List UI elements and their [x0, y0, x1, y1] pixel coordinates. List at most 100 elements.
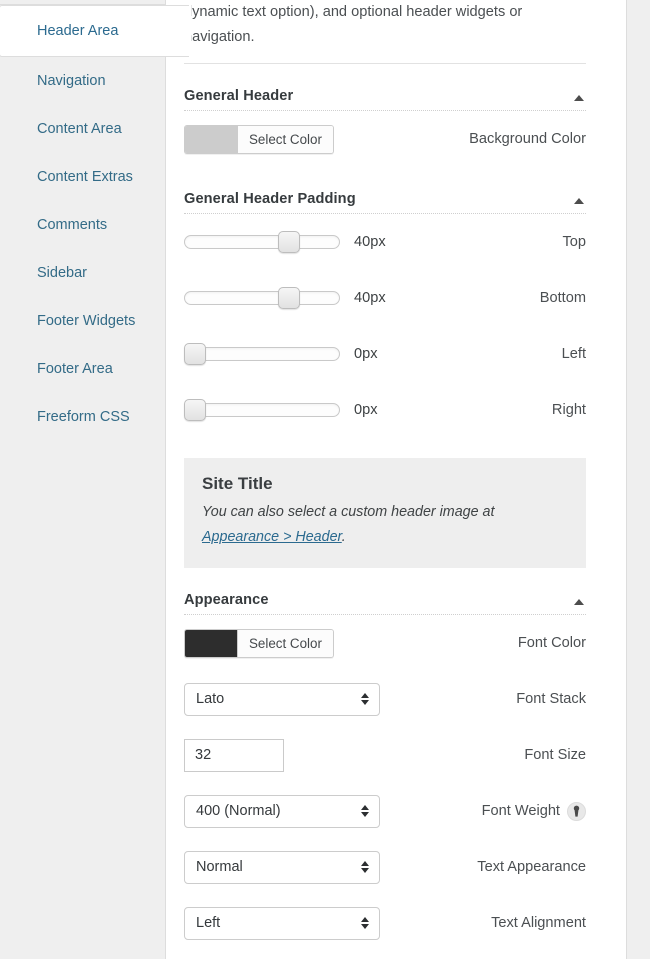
sidebar-item-content-area[interactable]: Content Area [0, 105, 165, 153]
sidebar-item-footer-widgets[interactable]: Footer Widgets [0, 297, 165, 345]
section-header-appearance[interactable]: Appearance [184, 592, 586, 615]
font-size-input[interactable] [184, 739, 284, 772]
notice-text-after: . [342, 529, 346, 545]
padding-bottom-slider[interactable] [184, 290, 340, 306]
padding-left-value: 0px [340, 346, 378, 362]
padding-bottom-value: 40px [340, 290, 386, 306]
sidebar-item-label: Footer Area [37, 361, 113, 377]
section-header-general-header-padding[interactable]: General Header Padding [184, 191, 586, 214]
background-color-swatch [185, 126, 238, 153]
description-line-1: dynamic text option), and optional heade… [184, 0, 576, 25]
font-stack-control: Lato [184, 683, 380, 716]
slider-track [184, 403, 340, 417]
sidebar-item-label: Header Area [37, 23, 118, 39]
help-info-icon[interactable] [567, 802, 586, 821]
field-row-padding-right: 0px Right [184, 382, 586, 438]
field-row-background-color: Select Color Background Color [184, 111, 586, 167]
section-title: General Header [184, 88, 293, 104]
field-row-font-color: Select Color Font Color [184, 615, 586, 671]
sidebar-item-footer-area[interactable]: Footer Area [0, 345, 165, 393]
field-label-font-color: Font Color [334, 635, 586, 651]
font-weight-control: 400 (Normal) [184, 795, 380, 828]
field-row-padding-left: 0px Left [184, 326, 586, 382]
field-row-text-alignment: Left Text Alignment [184, 895, 586, 951]
sidebar-item-navigation[interactable]: Navigation [0, 57, 165, 105]
field-label-background-color: Background Color [334, 131, 586, 147]
field-label-padding-right: Right [378, 402, 586, 418]
section-description: dynamic text option), and optional heade… [184, 0, 576, 50]
field-label-text-appearance: Text Appearance [380, 859, 586, 875]
caret-up-icon[interactable] [574, 95, 584, 101]
theme-options-screen: Header Area Navigation Content Area Cont… [0, 0, 650, 959]
chevron-updown-icon[interactable] [361, 805, 369, 817]
chevron-updown-icon[interactable] [361, 861, 369, 873]
font-color-swatch [185, 630, 238, 657]
sidebar-item-header-area[interactable]: Header Area [0, 5, 190, 57]
text-alignment-value: Left [196, 915, 220, 931]
section-header-general-header[interactable]: General Header [184, 88, 586, 111]
field-label-font-weight-text: Font Weight [482, 803, 560, 819]
font-color-picker-button[interactable]: Select Color [184, 629, 334, 658]
sidebar-item-comments[interactable]: Comments [0, 201, 165, 249]
field-row-text-appearance: Normal Text Appearance [184, 839, 586, 895]
padding-right-slider[interactable] [184, 402, 340, 418]
field-label-padding-left: Left [378, 346, 586, 362]
background-color-picker-button[interactable]: Select Color [184, 125, 334, 154]
sidebar-item-label: Footer Widgets [37, 313, 135, 329]
slider-track [184, 291, 340, 305]
font-stack-value: Lato [196, 691, 224, 707]
field-label-font-stack: Font Stack [380, 691, 586, 707]
padding-right-value: 0px [340, 402, 378, 418]
site-title-notice: Site Title You can also select a custom … [184, 458, 586, 568]
sidebar-item-freeform-css[interactable]: Freeform CSS [0, 393, 165, 441]
description-line-2: navigation. [184, 25, 576, 50]
slider-thumb[interactable] [278, 231, 300, 253]
field-label-text-alignment: Text Alignment [380, 915, 586, 931]
sidebar-item-label: Freeform CSS [37, 409, 130, 425]
text-appearance-value: Normal [196, 859, 243, 875]
options-panel: dynamic text option), and optional heade… [166, 0, 626, 959]
slider-thumb[interactable] [184, 343, 206, 365]
font-color-control: Select Color [184, 629, 334, 658]
background-color-button-label: Select Color [238, 126, 333, 153]
font-stack-select[interactable]: Lato [184, 683, 380, 716]
text-appearance-control: Normal [184, 851, 380, 884]
sidebar-item-label: Navigation [37, 73, 106, 89]
caret-up-icon[interactable] [574, 599, 584, 605]
options-sidebar: Header Area Navigation Content Area Cont… [0, 0, 166, 959]
sidebar-item-label: Content Area [37, 121, 122, 137]
font-color-button-label: Select Color [238, 630, 333, 657]
field-label-font-size: Font Size [284, 747, 586, 763]
field-label-font-weight: Font Weight [380, 802, 586, 821]
notice-text: You can also select a custom header imag… [202, 500, 568, 550]
slider-thumb[interactable] [184, 399, 206, 421]
section-title: General Header Padding [184, 191, 356, 207]
padding-top-slider[interactable] [184, 234, 340, 250]
padding-top-value: 40px [340, 234, 386, 250]
field-label-padding-bottom: Bottom [386, 290, 586, 306]
notice-text-before: You can also select a custom header imag… [202, 504, 494, 520]
slider-thumb[interactable] [278, 287, 300, 309]
appearance-header-link[interactable]: Appearance > Header [202, 529, 342, 545]
font-weight-value: 400 (Normal) [196, 803, 281, 819]
section-title: Appearance [184, 592, 269, 608]
chevron-updown-icon[interactable] [361, 693, 369, 705]
description-divider [184, 63, 586, 64]
sidebar-item-content-extras[interactable]: Content Extras [0, 153, 165, 201]
slider-track [184, 235, 340, 249]
field-label-padding-top: Top [386, 234, 586, 250]
caret-up-icon[interactable] [574, 198, 584, 204]
sidebar-item-sidebar[interactable]: Sidebar [0, 249, 165, 297]
field-row-padding-top: 40px Top [184, 214, 586, 270]
sidebar-item-label: Comments [37, 217, 107, 233]
font-size-control [184, 739, 284, 772]
sidebar-item-label: Content Extras [37, 169, 133, 185]
field-row-padding-bottom: 40px Bottom [184, 270, 586, 326]
padding-left-slider[interactable] [184, 346, 340, 362]
chevron-updown-icon[interactable] [361, 917, 369, 929]
background-color-control: Select Color [184, 125, 334, 154]
text-appearance-select[interactable]: Normal [184, 851, 380, 884]
font-weight-select[interactable]: 400 (Normal) [184, 795, 380, 828]
text-alignment-control: Left [184, 907, 380, 940]
text-alignment-select[interactable]: Left [184, 907, 380, 940]
